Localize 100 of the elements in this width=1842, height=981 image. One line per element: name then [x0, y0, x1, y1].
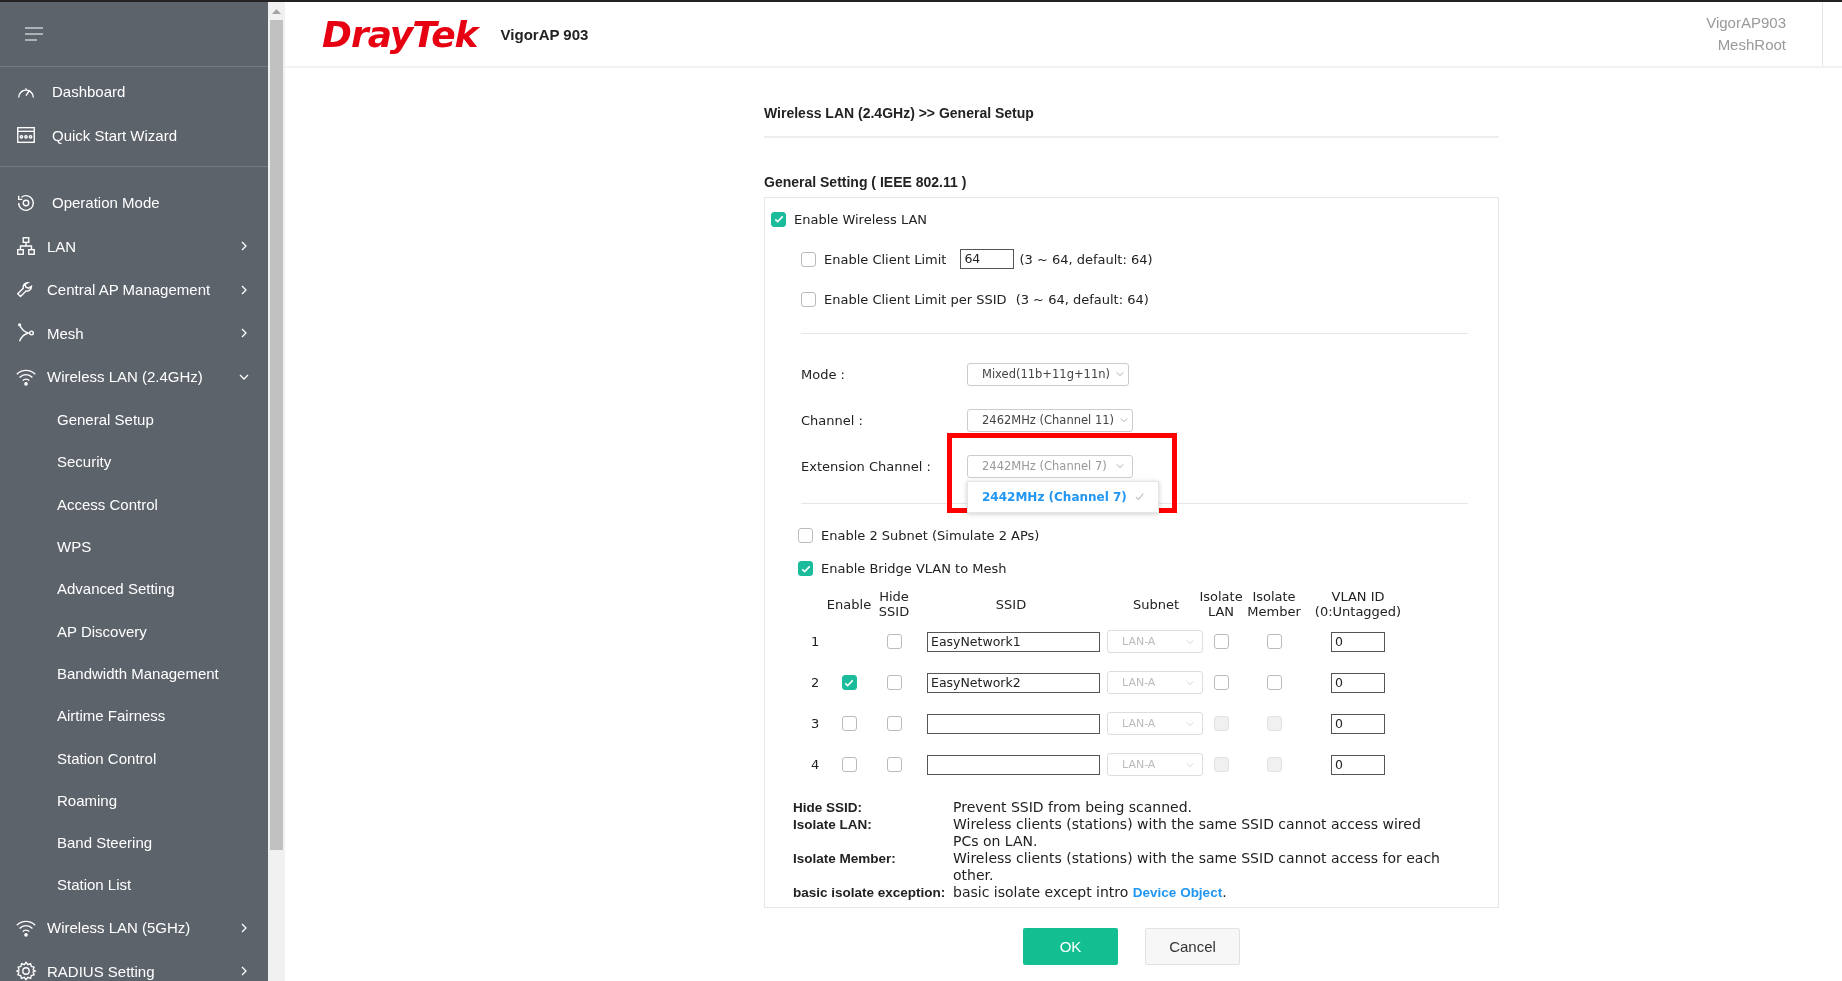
checkbox-label: Enable Bridge VLAN to Mesh [821, 561, 1007, 576]
checkbox[interactable] [841, 675, 857, 690]
column-header: Subnet [1132, 596, 1180, 612]
column-header: (0:Untagged) [1314, 604, 1402, 619]
checkbox[interactable] [886, 675, 902, 690]
caret-icon [1186, 761, 1194, 768]
column-header: Isolate [1252, 589, 1296, 604]
field-label: Mode : [801, 366, 846, 382]
column-header: LAN [1207, 604, 1235, 619]
cancel-button[interactable]: Cancel [1145, 928, 1240, 965]
checkbox-label: Enable Wireless LAN [794, 211, 928, 227]
note-term: Hide SSID: [793, 799, 863, 816]
device-name: VigorAP903 [1706, 13, 1786, 33]
client-limit-field[interactable]: 64 [960, 249, 1015, 269]
dropdown[interactable]: 2462MHz (Channel 11) [967, 408, 1133, 432]
sidebar-item[interactable]: Wireless LAN (5GHz) [0, 906, 268, 950]
caret-icon [1186, 720, 1194, 727]
range-hint: (3 ~ 64, default: 64) [1019, 251, 1153, 267]
sidebar-subitem[interactable]: Security [0, 440, 268, 484]
sidebar-subitem[interactable]: WPS [0, 525, 268, 568]
note-text: Wireless clients (stations) with the same SSID cannot access for each other. [953, 850, 1441, 884]
checkbox[interactable] [1213, 634, 1229, 649]
device-role: MeshRoot [1717, 35, 1786, 55]
checkbox[interactable] [1213, 675, 1229, 690]
sidebar-item[interactable]: Central AP Management [0, 268, 268, 312]
checkbox[interactable] [841, 757, 857, 772]
check-icon [1134, 492, 1144, 501]
checkbox[interactable] [886, 716, 902, 731]
note-term: Isolate LAN: [793, 816, 873, 834]
sidebar-item[interactable]: RADIUS Setting [0, 949, 268, 981]
checkbox[interactable] [798, 528, 813, 543]
note-text: basic isolate except intro [953, 884, 1129, 900]
checkbox[interactable] [1266, 675, 1282, 690]
note-text: . [1222, 884, 1227, 900]
range-hint: (3 ~ 64, default: 64) [1015, 291, 1149, 307]
sidebar-subitem[interactable]: Roaming [0, 779, 268, 822]
ssid-field[interactable]: EasyNetwork1 [927, 631, 1100, 652]
sidebar-subitem[interactable]: Advanced Setting [0, 567, 268, 610]
checkbox[interactable] [1266, 634, 1282, 649]
column-header: Enable [826, 596, 872, 612]
network-icon [15, 235, 37, 258]
caret-icon [1116, 371, 1124, 377]
sidebar-item[interactable]: Mesh [0, 311, 268, 355]
vlan-id-field[interactable]: 0 [1331, 754, 1385, 775]
ssid-field[interactable] [927, 754, 1100, 775]
checkbox-label: Enable Client Limit per SSID [824, 291, 1007, 307]
sidebar-subitem[interactable]: Access Control [0, 483, 268, 526]
sidebar-item[interactable]: LAN [0, 224, 268, 268]
note-text: Wireless clients (stations) with the same SSID cannot access wired PCs on LAN. [953, 816, 1422, 850]
checkbox-label: Enable 2 Subnet (Simulate 2 APs) [821, 528, 1040, 543]
scrollbar[interactable] [268, 2, 285, 981]
column-header: SSID [995, 596, 1027, 612]
sidebar-subitem[interactable]: Band Steering [0, 821, 268, 864]
checkbox-label: Enable Client Limit [824, 251, 947, 267]
checkbox[interactable] [886, 757, 902, 772]
dropdown-option[interactable]: 2442MHz (Channel 7) [968, 485, 1158, 508]
checkbox[interactable] [771, 211, 786, 227]
sidebar-item[interactable]: Dashboard [0, 70, 268, 114]
sidebar-item[interactable]: Quick Start Wizard [0, 113, 268, 157]
checkbox[interactable] [841, 716, 857, 731]
sidebar-subitem[interactable]: Airtime Fairness [0, 694, 268, 737]
breadcrumb: Wireless LAN (2.4GHz) >> General Setup [764, 68, 1499, 138]
column-header: Isolate [1199, 589, 1243, 604]
row-number: 3 [811, 716, 820, 731]
sidebar-subitem[interactable]: General Setup [0, 398, 268, 441]
caret-icon [1116, 463, 1124, 469]
checkbox[interactable] [801, 251, 816, 267]
scrollbar-thumb[interactable] [270, 20, 283, 850]
sidebar-subitem[interactable]: AP Discovery [0, 610, 268, 653]
field-label: Channel : [801, 412, 864, 428]
scroll-up-icon[interactable] [272, 8, 281, 14]
vlan-id-field[interactable]: 0 [1331, 631, 1385, 652]
sidebar-subitem[interactable]: Station List [0, 863, 268, 907]
caret-icon [1186, 679, 1194, 686]
column-header: Member [1247, 604, 1301, 619]
checkbox[interactable] [886, 634, 902, 649]
checkbox[interactable] [801, 291, 816, 307]
brand-logo: DrayTek [322, 13, 478, 55]
section-title: General Setting ( IEEE 802.11 ) [764, 174, 968, 190]
caret-icon [1120, 417, 1128, 423]
note-term: Isolate Member: [793, 850, 897, 868]
field-label: Extension Channel : [801, 458, 932, 474]
row-number: 2 [811, 675, 820, 690]
vlan-id-field[interactable]: 0 [1331, 672, 1385, 693]
sidebar-item[interactable]: Operation Mode [0, 181, 268, 225]
row-number: 4 [811, 757, 820, 772]
row-number: 1 [811, 634, 820, 649]
ssid-field[interactable] [927, 713, 1100, 734]
column-header: VLAN ID [1331, 589, 1385, 604]
device-object-link[interactable]: Device Object [1132, 885, 1223, 900]
ssid-field[interactable]: EasyNetwork2 [927, 672, 1100, 693]
sidebar-subitem[interactable]: Bandwidth Management [0, 652, 268, 695]
checkbox[interactable] [798, 561, 813, 576]
vlan-id-field[interactable]: 0 [1331, 713, 1385, 734]
sidebar-subitem[interactable]: Station Control [0, 736, 268, 780]
model-name: VigorAP 903 [500, 25, 589, 43]
dropdown[interactable]: Mixed(11b+11g+11n) [967, 362, 1129, 386]
note-text: Prevent SSID from being scanned. [953, 799, 1193, 816]
menu-icon[interactable] [24, 26, 44, 42]
sidebar-item[interactable]: Wireless LAN (2.4GHz) [0, 355, 268, 399]
